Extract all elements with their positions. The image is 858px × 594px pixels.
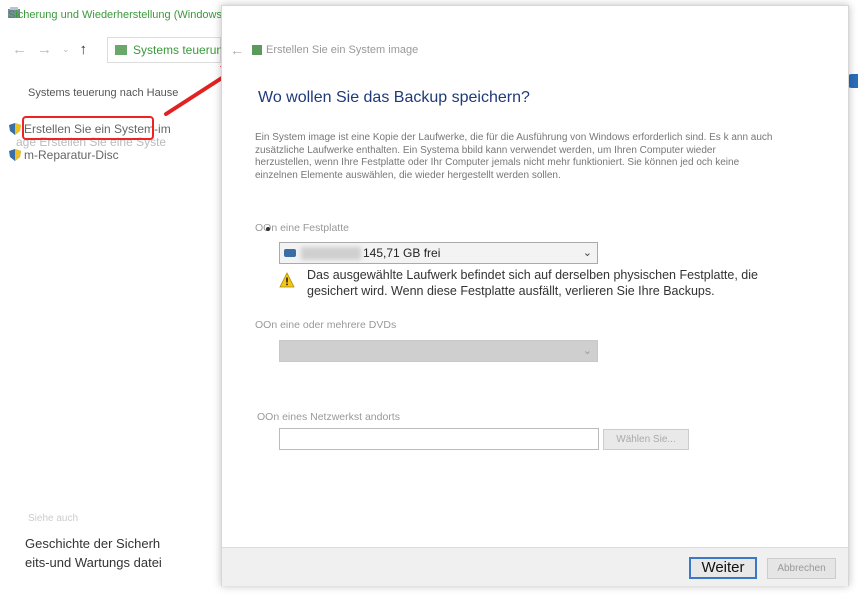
warning-icon xyxy=(279,272,295,288)
task-label: m-Reparatur-Disc xyxy=(24,148,119,162)
see-also-heading: Siehe auch xyxy=(28,513,79,524)
radio-network[interactable]: OOn eines Netzwerkst andorts xyxy=(257,411,400,423)
annotation-highlight-box xyxy=(22,116,154,140)
drive-name-redacted xyxy=(301,247,361,260)
hdd-dropdown[interactable]: 145,71 GB frei ⌄ xyxy=(279,242,598,264)
control-panel-icon xyxy=(115,45,127,55)
dialog-footer: Weiter Abbrechen xyxy=(222,547,848,586)
recent-dropdown-icon[interactable]: ⌄ xyxy=(62,44,70,55)
dialog-header: ← Erstellen Sie ein System image xyxy=(230,42,418,58)
repair-disc-link[interactable]: m-Reparatur-Disc xyxy=(8,148,119,162)
choose-button[interactable]: Wählen Sie... xyxy=(603,429,689,450)
cancel-button[interactable]: Abbrechen xyxy=(767,558,836,579)
hdd-selected-value: 145,71 GB frei xyxy=(363,246,441,260)
warning-text: Das ausgewählte Laufwerk befindet sich a… xyxy=(307,268,758,298)
history-link[interactable]: Geschichte der Sicherh xyxy=(25,536,160,551)
dialog-heading: Wo wollen Sie das Backup speichern? xyxy=(258,89,530,106)
address-text: Systems teuerung xyxy=(133,43,230,57)
up-arrow-icon[interactable]: ↑ xyxy=(80,41,88,58)
shield-icon xyxy=(9,149,21,161)
radio-selected-indicator xyxy=(266,227,270,231)
dialog-header-title: Erstellen Sie ein System image xyxy=(266,44,419,56)
drive-icon xyxy=(284,249,296,257)
back-arrow-icon[interactable]: ← xyxy=(230,42,244,58)
forward-arrow-icon[interactable]: → xyxy=(37,41,52,58)
dialog-description: Ein System image ist eine Kopie der Lauf… xyxy=(255,132,773,181)
next-button[interactable]: Weiter xyxy=(689,557,757,579)
system-image-dialog: ← Erstellen Sie ein System image Wo woll… xyxy=(221,5,849,586)
nav-buttons: ← → ⌄ ↑ xyxy=(12,41,87,58)
chevron-down-icon: ⌄ xyxy=(582,247,592,259)
radio-dvd[interactable]: OOn eine oder mehrere DVDs xyxy=(255,319,396,331)
chevron-down-icon: ⌄ xyxy=(582,345,592,357)
control-panel-home-link[interactable]: Systems teuerung nach Hause xyxy=(28,87,178,99)
dvd-dropdown[interactable]: ⌄ xyxy=(279,340,598,362)
maintenance-link[interactable]: eits-und Wartungs datei xyxy=(25,555,162,570)
network-location-input[interactable] xyxy=(279,428,599,450)
shield-icon xyxy=(9,123,21,135)
window-title: Sicherung und Wiederherstellung (Windows… xyxy=(8,9,235,21)
backup-icon xyxy=(252,45,262,55)
back-arrow-icon[interactable]: ← xyxy=(12,41,27,58)
